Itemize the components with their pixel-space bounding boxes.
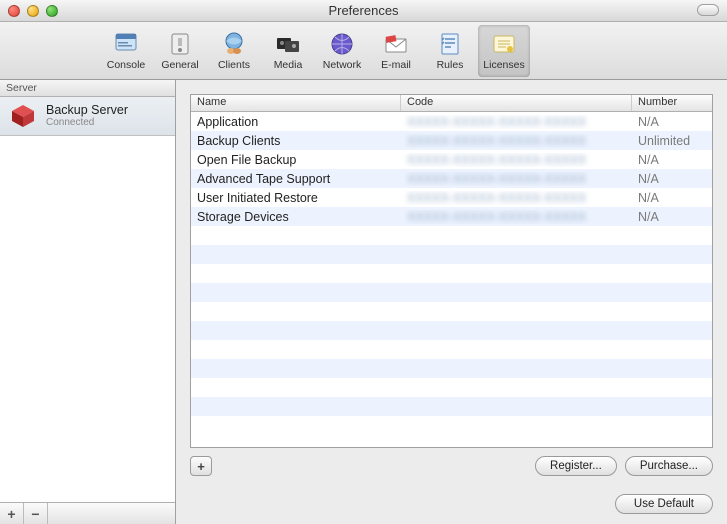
- main-content: Server Backup Server Connected + − Name …: [0, 80, 727, 524]
- cell-code: XXXXX-XXXXX-XXXXX-XXXXX: [401, 210, 632, 224]
- server-status: Connected: [46, 117, 128, 128]
- purchase-button[interactable]: Purchase...: [625, 456, 713, 476]
- add-license-button[interactable]: +: [190, 456, 212, 476]
- table-row-empty: [191, 226, 712, 245]
- table-row-empty: [191, 397, 712, 416]
- cell-number: N/A: [632, 115, 712, 129]
- tab-general[interactable]: General: [154, 25, 206, 77]
- preferences-toolbar: Console General Clients Media Network E-…: [0, 22, 727, 80]
- server-cube-icon: [8, 103, 38, 129]
- toolbar-label: Clients: [218, 59, 250, 71]
- table-row-empty: [191, 359, 712, 378]
- tab-console[interactable]: Console: [100, 25, 152, 77]
- cell-name: Application: [191, 115, 401, 129]
- toolbar-label: E-mail: [381, 59, 411, 71]
- rules-icon: [436, 30, 464, 58]
- tab-rules[interactable]: Rules: [424, 25, 476, 77]
- cell-number: N/A: [632, 210, 712, 224]
- toolbar-label: Network: [323, 59, 362, 71]
- cell-code: XXXXX-XXXXX-XXXXX-XXXXX: [401, 115, 632, 129]
- server-sidebar: Server Backup Server Connected + −: [0, 80, 176, 524]
- toolbar-toggle-button[interactable]: [697, 4, 719, 16]
- table-row[interactable]: ApplicationXXXXX-XXXXX-XXXXX-XXXXXN/A: [191, 112, 712, 131]
- email-icon: [382, 30, 410, 58]
- cell-name: Backup Clients: [191, 134, 401, 148]
- table-row-empty: [191, 340, 712, 359]
- license-icon: [490, 30, 518, 58]
- table-row-empty: [191, 378, 712, 397]
- cell-code: XXXXX-XXXXX-XXXXX-XXXXX: [401, 172, 632, 186]
- sidebar-empty-area: [0, 136, 175, 502]
- window-title: Preferences: [0, 3, 727, 18]
- tab-clients[interactable]: Clients: [208, 25, 260, 77]
- cell-name: Advanced Tape Support: [191, 172, 401, 186]
- column-header-code[interactable]: Code: [401, 95, 632, 111]
- network-icon: [328, 30, 356, 58]
- tab-network[interactable]: Network: [316, 25, 368, 77]
- tab-licenses[interactable]: Licenses: [478, 25, 530, 77]
- cell-code: XXXXX-XXXXX-XXXXX-XXXXX: [401, 134, 632, 148]
- switch-icon: [166, 30, 194, 58]
- table-row[interactable]: Backup ClientsXXXXX-XXXXX-XXXXX-XXXXXUnl…: [191, 131, 712, 150]
- column-header-number[interactable]: Number: [632, 95, 712, 111]
- cell-name: Open File Backup: [191, 153, 401, 167]
- footer-row: Use Default: [190, 476, 713, 514]
- toolbar-label: Rules: [437, 59, 464, 71]
- cell-number: N/A: [632, 153, 712, 167]
- table-row-empty: [191, 283, 712, 302]
- table-row[interactable]: User Initiated RestoreXXXXX-XXXXX-XXXXX-…: [191, 188, 712, 207]
- table-row-empty: [191, 245, 712, 264]
- cell-number: N/A: [632, 172, 712, 186]
- toolbar-label: Licenses: [483, 59, 524, 71]
- table-controls-row: + Register... Purchase...: [190, 456, 713, 476]
- table-row-empty: [191, 321, 712, 340]
- use-default-button[interactable]: Use Default: [615, 494, 713, 514]
- cell-number: Unlimited: [632, 134, 712, 148]
- cell-code: XXXXX-XXXXX-XXXXX-XXXXX: [401, 191, 632, 205]
- licenses-pane: Name Code Number ApplicationXXXXX-XXXXX-…: [176, 80, 727, 524]
- table-row[interactable]: Advanced Tape SupportXXXXX-XXXXX-XXXXX-X…: [191, 169, 712, 188]
- cell-code: XXXXX-XXXXX-XXXXX-XXXXX: [401, 153, 632, 167]
- toolbar-label: Media: [274, 59, 303, 71]
- cell-name: User Initiated Restore: [191, 191, 401, 205]
- console-icon: [112, 30, 140, 58]
- remove-server-button[interactable]: −: [24, 503, 48, 524]
- table-header-row: Name Code Number: [191, 95, 712, 112]
- server-name: Backup Server: [46, 103, 128, 117]
- add-server-button[interactable]: +: [0, 503, 24, 524]
- toolbar-label: Console: [107, 59, 146, 71]
- cell-number: N/A: [632, 191, 712, 205]
- tab-media[interactable]: Media: [262, 25, 314, 77]
- globe-clients-icon: [220, 30, 248, 58]
- sidebar-footer: + −: [0, 502, 175, 524]
- sidebar-header: Server: [0, 80, 175, 97]
- table-body: ApplicationXXXXX-XXXXX-XXXXX-XXXXXN/ABac…: [191, 112, 712, 447]
- server-list-item[interactable]: Backup Server Connected: [0, 97, 175, 136]
- table-row[interactable]: Open File BackupXXXXX-XXXXX-XXXXX-XXXXXN…: [191, 150, 712, 169]
- table-row-empty: [191, 264, 712, 283]
- cell-name: Storage Devices: [191, 210, 401, 224]
- media-icon: [274, 30, 302, 58]
- table-row-empty: [191, 302, 712, 321]
- tab-email[interactable]: E-mail: [370, 25, 422, 77]
- toolbar-label: General: [161, 59, 198, 71]
- column-header-name[interactable]: Name: [191, 95, 401, 111]
- window-titlebar: Preferences: [0, 0, 727, 22]
- licenses-table: Name Code Number ApplicationXXXXX-XXXXX-…: [190, 94, 713, 448]
- register-button[interactable]: Register...: [535, 456, 617, 476]
- table-row[interactable]: Storage DevicesXXXXX-XXXXX-XXXXX-XXXXXN/…: [191, 207, 712, 226]
